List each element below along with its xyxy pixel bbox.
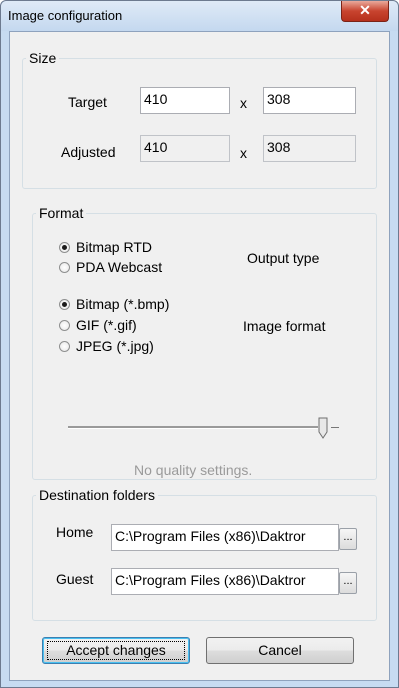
focus-rectangle [47,641,185,660]
guest-path-input[interactable]: C:\Program Files (x86)\Daktror [111,568,339,595]
radio-jpeg[interactable]: JPEG (*.jpg) [59,338,154,354]
radio-selected-icon[interactable] [59,241,70,253]
radio-bitmap-bmp[interactable]: Bitmap (*.bmp) [59,296,169,312]
radio-gif[interactable]: GIF (*.gif) [59,317,137,333]
quality-status-text: No quality settings. [134,462,253,478]
home-browse-button[interactable]: ... [339,528,357,550]
dialog-window: Image configuration ✕ Size Target 410 x … [0,0,399,688]
radio-label: GIF (*.gif) [76,317,137,333]
output-type-label: Output type [247,250,320,266]
radio-pda-webcast[interactable]: PDA Webcast [59,259,162,275]
home-path-input[interactable]: C:\Program Files (x86)\Daktror [111,524,339,551]
adjusted-label: Adjusted [61,144,116,160]
format-legend: Format [39,205,84,221]
target-width-input[interactable]: 410 [140,87,230,114]
guest-browse-button[interactable]: ... [339,572,357,594]
size-legend: Size [29,50,57,66]
adjusted-width-field: 410 [140,135,230,162]
cancel-label: Cancel [258,642,302,658]
accept-changes-button[interactable]: Accept changes [42,637,190,664]
home-label: Home [56,524,94,540]
image-format-label: Image format [243,318,326,334]
cancel-button[interactable]: Cancel [206,637,354,664]
radio-unselected-icon[interactable] [59,261,70,273]
title-bar[interactable]: Image configuration ✕ [1,1,398,31]
radio-label: JPEG (*.jpg) [76,338,154,354]
radio-unselected-icon[interactable] [59,340,70,352]
radio-label: PDA Webcast [76,259,163,275]
destination-legend: Destination folders [39,487,155,503]
adjusted-times-label: x [240,145,247,161]
target-height-input[interactable]: 308 [263,87,356,114]
destination-group: Destination folders [32,487,377,621]
radio-label: Bitmap (*.bmp) [76,296,170,312]
adjusted-height-field: 308 [263,135,356,162]
window-title: Image configuration [8,8,123,23]
target-label: Target [68,94,107,110]
size-group: Size [22,50,377,189]
target-times-label: x [240,95,247,111]
radio-label: Bitmap RTD [76,239,152,255]
dialog-body: Size Target 410 x 308 Adjusted 410 x 308… [9,31,390,681]
radio-selected-icon[interactable] [59,298,70,310]
guest-label: Guest [56,571,94,587]
radio-unselected-icon[interactable] [59,319,70,331]
slider-tick-mark [331,427,339,428]
close-icon[interactable]: ✕ [341,1,389,22]
quality-slider-thumb[interactable] [318,417,328,439]
quality-slider-track[interactable] [68,426,318,429]
radio-bitmap-rtd[interactable]: Bitmap RTD [59,239,152,255]
